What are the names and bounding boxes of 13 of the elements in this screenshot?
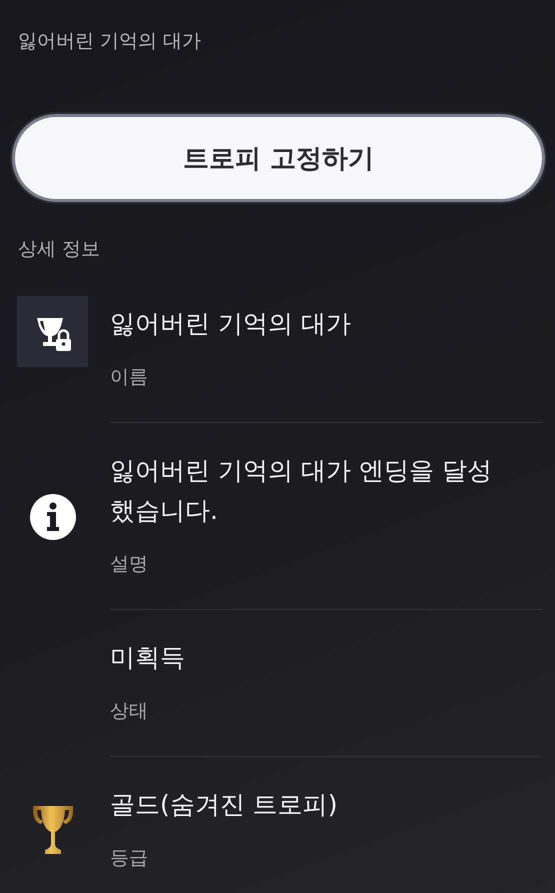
locked-trophy-icon xyxy=(17,296,88,367)
detail-label: 이름 xyxy=(110,365,149,390)
detail-value: 잃어버린 기억의 대가 xyxy=(110,308,352,340)
detail-label: 등급 xyxy=(110,846,149,871)
detail-label: 설명 xyxy=(110,552,149,577)
info-icon xyxy=(30,494,76,540)
detail-value: 잃어버린 기억의 대가 엔딩을 달성했습니다. xyxy=(110,455,493,527)
pin-trophy-button[interactable]: 트로피 고정하기 xyxy=(12,114,545,202)
detail-value: 미획득 xyxy=(110,642,186,674)
trophy-title: 잃어버린 기억의 대가 xyxy=(17,29,202,54)
detail-value: 골드(숨겨진 트로피) xyxy=(110,789,338,821)
section-heading: 상세 정보 xyxy=(17,237,102,262)
detail-label: 상태 xyxy=(110,699,149,724)
